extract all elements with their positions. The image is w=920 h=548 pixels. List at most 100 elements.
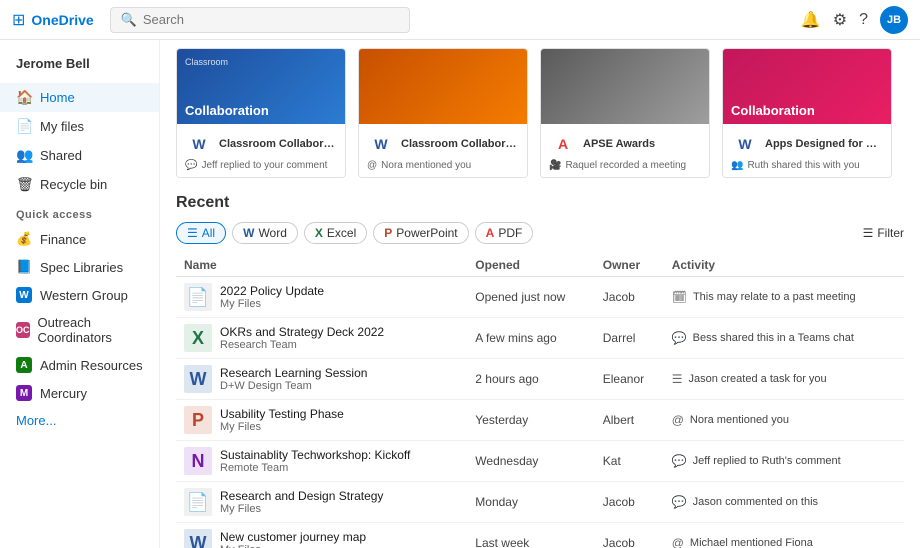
table-row[interactable]: 📄 Research and Design Strategy My Files … — [176, 482, 904, 523]
settings-icon[interactable]: ⚙ — [833, 10, 847, 30]
row-file-icon: 📄 — [184, 488, 212, 516]
activity-icon: 🗓 — [672, 290, 687, 304]
carousel-card-card1[interactable]: ClassroomCollaboration W Classroom Colla… — [176, 48, 346, 178]
row-file-icon: W — [184, 365, 212, 393]
filter-btn-all[interactable]: ☰All — [176, 222, 226, 244]
cell-owner: Darrel — [595, 318, 664, 359]
grid-icon: ⊞ — [12, 10, 25, 30]
sidebar-more[interactable]: More... — [0, 407, 159, 434]
cell-activity: 💬 Bess shared this in a Teams chat — [664, 318, 904, 359]
table-row[interactable]: W New customer journey map My Files Last… — [176, 523, 904, 548]
row-file-location: My Files — [220, 421, 344, 433]
row-file-location: D+W Design Team — [220, 380, 367, 392]
carousel-card-card3[interactable]: A APSE Awards 🎥 Raquel recorded a meetin… — [540, 48, 710, 178]
carousel-card-card2[interactable]: W Classroom Collaboration @ Nora mention… — [358, 48, 528, 178]
row-file-name: Usability Testing Phase — [220, 407, 344, 421]
file-type-icon: W — [367, 130, 395, 158]
recent-title: Recent — [176, 194, 904, 212]
meta-text: Nora mentioned you — [381, 160, 471, 171]
col-owner: Owner — [595, 254, 664, 277]
card-body: W Classroom Collaboration @ Nora mention… — [359, 124, 527, 177]
spec-icon: 📘 — [16, 259, 32, 275]
card-meta: 🎥 Raquel recorded a meeting — [549, 160, 701, 171]
sidebar-item-my-files[interactable]: 📄 My files — [0, 112, 159, 141]
sidebar-item-finance[interactable]: 💰 Finance — [0, 225, 159, 253]
cell-name: 📄 2022 Policy Update My Files — [176, 277, 467, 318]
search-input[interactable] — [143, 12, 399, 27]
row-file-location: My Files — [220, 503, 383, 515]
file-table: Name Opened Owner Activity 📄 2022 Policy… — [176, 254, 904, 548]
brand-logo[interactable]: ⊞ OneDrive — [12, 10, 94, 30]
recycle-icon: 🗑 — [16, 176, 32, 193]
home-icon: 🏠 — [16, 89, 32, 106]
filter-btn-pdf[interactable]: APDF — [475, 222, 534, 244]
filter-button[interactable]: ☰ Filter — [863, 226, 904, 240]
carousel-card-card4[interactable]: Collaboration W Apps Designed for Collab… — [722, 48, 892, 178]
row-file-icon: P — [184, 406, 212, 434]
content-area: ClassroomCollaboration W Classroom Colla… — [160, 40, 920, 548]
filter-btn-powerpoint[interactable]: PPowerPoint — [373, 222, 468, 244]
main-layout: Jerome Bell 🏠 Home 📄 My files 👥 Shared 🗑… — [0, 40, 920, 548]
sidebar-item-spec-libraries[interactable]: 📘 Spec Libraries — [0, 253, 159, 281]
card-thumb — [359, 49, 527, 124]
topbar: ⊞ OneDrive 🔍 🔔 ⚙ ? JB — [0, 0, 920, 40]
avatar[interactable]: JB — [880, 6, 908, 34]
cell-opened: A few mins ago — [467, 318, 594, 359]
cell-activity: @ Nora mentioned you — [664, 400, 904, 441]
cell-opened: Wednesday — [467, 441, 594, 482]
activity-text: Bess shared this in a Teams chat — [693, 332, 854, 344]
cell-owner: Jacob — [595, 523, 664, 548]
table-row[interactable]: 📄 2022 Policy Update My Files Opened jus… — [176, 277, 904, 318]
col-name: Name — [176, 254, 467, 277]
filter-icon: ☰ — [863, 226, 874, 240]
row-file-icon: X — [184, 324, 212, 352]
outreach-icon: OC — [16, 322, 30, 338]
cell-name: P Usability Testing Phase My Files — [176, 400, 467, 441]
file-carousel: ClassroomCollaboration W Classroom Colla… — [176, 40, 904, 194]
cell-owner: Jacob — [595, 482, 664, 523]
sidebar-item-shared[interactable]: 👥 Shared — [0, 141, 159, 170]
search-bar[interactable]: 🔍 — [110, 7, 410, 33]
bell-icon[interactable]: 🔔 — [801, 10, 821, 30]
card-body: A APSE Awards 🎥 Raquel recorded a meetin… — [541, 124, 709, 177]
file-type-icon: W — [731, 130, 759, 158]
row-file-location: Remote Team — [220, 462, 410, 474]
filter-btn-word[interactable]: WWord — [232, 222, 298, 244]
table-row[interactable]: W Research Learning Session D+W Design T… — [176, 359, 904, 400]
table-row[interactable]: P Usability Testing Phase My Files Yeste… — [176, 400, 904, 441]
sidebar-item-western-group[interactable]: W Western Group — [0, 281, 159, 309]
quick-access-label: Quick access — [0, 199, 159, 225]
meta-text: Raquel recorded a meeting — [565, 160, 686, 171]
filter-label-all: All — [202, 226, 215, 240]
activity-icon: @ — [672, 536, 684, 548]
activity-icon: 💬 — [672, 454, 687, 468]
topbar-actions: 🔔 ⚙ ? JB — [801, 6, 908, 34]
filter-label-powerpoint: PowerPoint — [396, 226, 457, 240]
meta-icon: 💬 — [185, 160, 197, 171]
sidebar-item-recycle-bin[interactable]: 🗑 Recycle bin — [0, 170, 159, 199]
shared-icon: 👥 — [16, 147, 32, 164]
row-file-icon: 📄 — [184, 283, 212, 311]
activity-icon: @ — [672, 413, 684, 427]
cell-opened: 2 hours ago — [467, 359, 594, 400]
cell-owner: Jacob — [595, 277, 664, 318]
card-meta: @ Nora mentioned you — [367, 160, 519, 171]
help-icon[interactable]: ? — [859, 11, 868, 29]
table-row[interactable]: N Sustainablity Techworkshop: Kickoff Re… — [176, 441, 904, 482]
meta-icon: 👥 — [731, 160, 743, 171]
meta-icon: 🎥 — [549, 160, 561, 171]
table-row[interactable]: X OKRs and Strategy Deck 2022 Research T… — [176, 318, 904, 359]
sidebar-item-home[interactable]: 🏠 Home — [0, 83, 159, 112]
row-file-icon: W — [184, 529, 212, 548]
sidebar-item-outreach[interactable]: OC Outreach Coordinators — [0, 309, 159, 351]
mercury-icon: M — [16, 385, 32, 401]
row-file-location: My Files — [220, 298, 324, 310]
sidebar-item-admin-resources[interactable]: A Admin Resources — [0, 351, 159, 379]
filter-btn-excel[interactable]: XExcel — [304, 222, 367, 244]
row-file-location: Research Team — [220, 339, 384, 351]
file-type-icon: A — [549, 130, 577, 158]
activity-icon: 💬 — [672, 331, 687, 345]
activity-icon: 💬 — [672, 495, 687, 509]
activity-text: Nora mentioned you — [690, 414, 789, 426]
sidebar-item-mercury[interactable]: M Mercury — [0, 379, 159, 407]
